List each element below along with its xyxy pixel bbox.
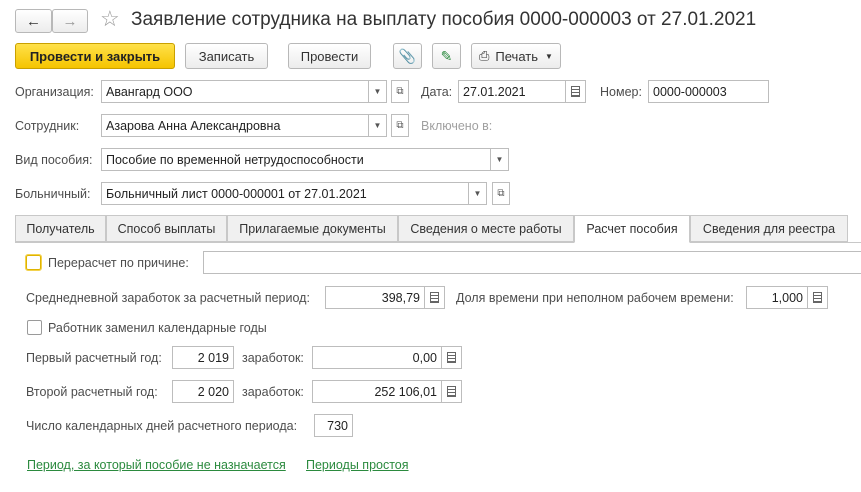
printer-icon: ⎙ <box>479 48 490 63</box>
link-non-assigned-period[interactable]: Период, за который пособие не назначаетс… <box>27 458 286 472</box>
tab-workplace-info[interactable]: Сведения о месте работы <box>398 215 574 242</box>
employee-label: Сотрудник: <box>15 119 80 133</box>
tab-benefit-calculation[interactable]: Расчет пособия <box>574 215 690 243</box>
open-icon: ⧉ <box>396 120 404 131</box>
paperclip-icon: 📎 <box>398 47 417 64</box>
save-button[interactable]: Записать <box>185 43 268 69</box>
tab-registry-info[interactable]: Сведения для реестра <box>690 215 848 242</box>
calendar-icon <box>571 86 580 97</box>
second-earnings-field[interactable]: 252 106,01 <box>312 380 442 403</box>
tab-attached-documents[interactable]: Прилагаемые документы <box>227 215 398 242</box>
sick-leave-open-button[interactable]: ⧉ <box>492 182 510 205</box>
second-year-field[interactable]: 2 020 <box>172 380 234 403</box>
back-button[interactable]: ← <box>15 9 52 33</box>
period-days-label: Число календарных дней расчетного период… <box>26 419 298 433</box>
second-earnings-calc-button[interactable] <box>442 380 462 403</box>
org-open-button[interactable]: ⧉ <box>391 80 409 103</box>
first-year-label: Первый расчетный год: <box>26 351 162 365</box>
link-idle-periods[interactable]: Периоды простоя <box>306 458 409 472</box>
tab-recipient[interactable]: Получатель <box>15 215 106 242</box>
recalc-reason-field[interactable] <box>203 251 861 274</box>
avg-earnings-label: Среднедневной заработок за расчетный пер… <box>26 291 310 305</box>
employee-dropdown-button[interactable]: ▼ <box>369 114 387 137</box>
avg-earnings-field[interactable]: 398,79 <box>325 286 425 309</box>
period-days-field[interactable]: 730 <box>314 414 353 437</box>
benefit-type-dropdown-button[interactable]: ▼ <box>491 148 509 171</box>
arrow-right-icon: → <box>62 12 78 30</box>
calculator-icon <box>447 386 456 397</box>
open-icon: ⧉ <box>497 188 505 199</box>
tab-strip-line <box>15 242 861 243</box>
org-label: Организация: <box>15 85 94 99</box>
recalc-label: Перерасчет по причине: <box>48 256 189 270</box>
post-and-close-button[interactable]: Провести и закрыть <box>15 43 175 69</box>
avg-earnings-calc-button[interactable] <box>425 286 445 309</box>
first-earnings-calc-button[interactable] <box>442 346 462 369</box>
first-earnings-label: заработок: <box>242 351 304 365</box>
sick-leave-dropdown-button[interactable]: ▼ <box>469 182 487 205</box>
sick-leave-label: Больничный: <box>15 187 91 201</box>
chevron-down-icon: ▼ <box>373 121 382 130</box>
date-field[interactable]: 27.01.2021 <box>458 80 566 103</box>
page-title: Заявление сотрудника на выплату пособия … <box>131 9 757 30</box>
replaced-years-checkbox[interactable] <box>27 320 42 335</box>
calculator-icon <box>813 292 822 303</box>
date-label: Дата: <box>421 85 453 99</box>
benefit-type-field[interactable]: Пособие по временной нетрудоспособности <box>101 148 491 171</box>
chevron-down-icon: ▼ <box>373 87 382 96</box>
employee-field[interactable]: Азарова Анна Александровна <box>101 114 369 137</box>
open-icon: ⧉ <box>396 86 404 97</box>
number-label: Номер: <box>600 85 642 99</box>
second-earnings-label: заработок: <box>242 385 304 399</box>
sick-leave-field[interactable]: Больничный лист 0000-000001 от 27.01.202… <box>101 182 469 205</box>
time-share-calc-button[interactable] <box>808 286 828 309</box>
edit-button[interactable]: ✎ <box>432 43 461 69</box>
time-share-label: Доля времени при неполном рабочем времен… <box>456 291 734 305</box>
first-earnings-field[interactable]: 0,00 <box>312 346 442 369</box>
chevron-down-icon: ▼ <box>495 155 504 164</box>
date-calendar-button[interactable] <box>566 80 586 103</box>
star-icon[interactable]: ☆ <box>100 6 120 32</box>
second-year-label: Второй расчетный год: <box>26 385 158 399</box>
pencil-icon: ✎ <box>440 47 453 64</box>
org-dropdown-button[interactable]: ▼ <box>369 80 387 103</box>
chevron-down-icon: ▼ <box>473 189 482 198</box>
tab-payment-method[interactable]: Способ выплаты <box>106 215 227 242</box>
recalc-checkbox[interactable] <box>25 254 42 271</box>
replaced-years-label: Работник заменил календарные годы <box>48 321 267 335</box>
print-button[interactable]: ⎙ Печать ▼ <box>471 43 561 69</box>
arrow-left-icon: ← <box>26 12 41 30</box>
employee-open-button[interactable]: ⧉ <box>391 114 409 137</box>
attach-button[interactable]: 📎 <box>393 43 422 69</box>
chevron-down-icon: ▼ <box>545 51 553 61</box>
post-button[interactable]: Провести <box>288 43 371 69</box>
first-year-field[interactable]: 2 019 <box>172 346 234 369</box>
forward-button[interactable]: → <box>52 9 88 33</box>
print-label: Печать <box>495 48 538 64</box>
number-field[interactable]: 0000-000003 <box>648 80 769 103</box>
calculator-icon <box>430 292 439 303</box>
calculator-icon <box>447 352 456 363</box>
org-field[interactable]: Авангард ООО <box>101 80 369 103</box>
benefit-type-label: Вид пособия: <box>15 153 93 167</box>
included-label: Включено в: <box>421 119 493 133</box>
time-share-field[interactable]: 1,000 <box>746 286 808 309</box>
